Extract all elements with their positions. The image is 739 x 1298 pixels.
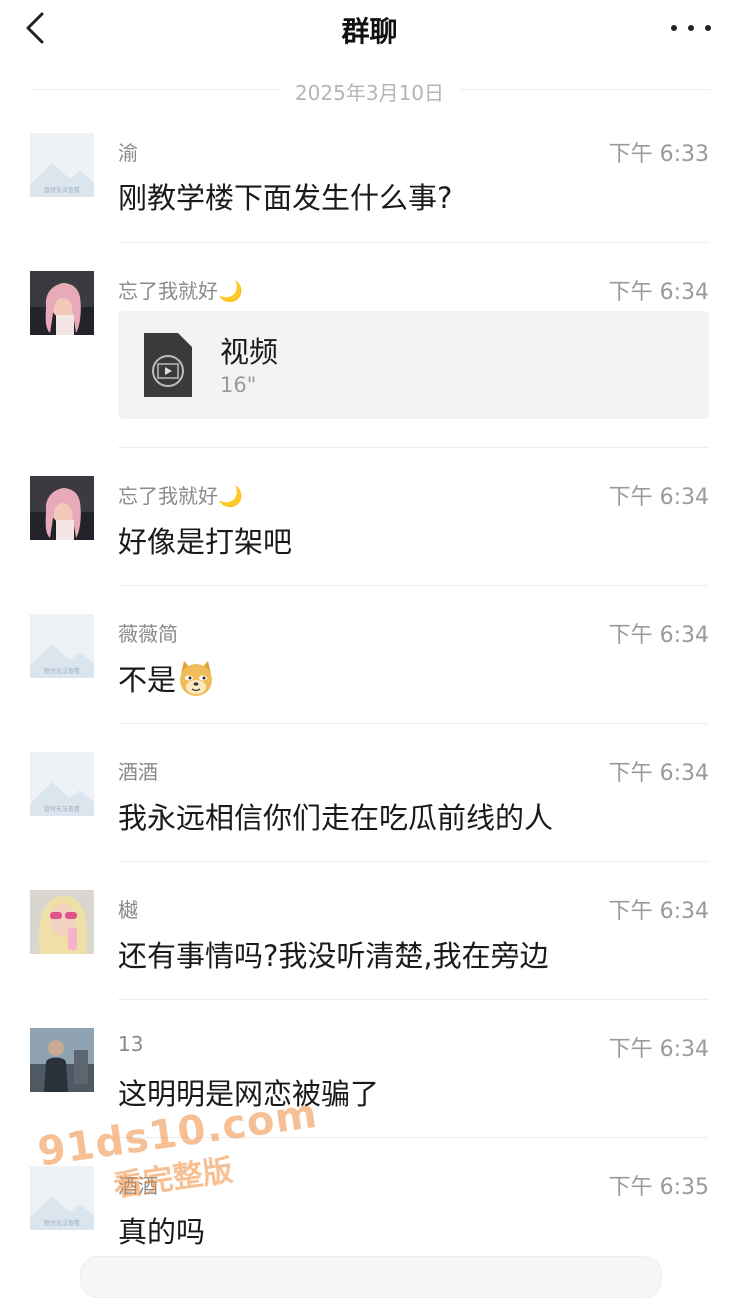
- message-separator: [118, 999, 709, 1000]
- message-time: 下午 6:34: [608, 1037, 709, 1062]
- sender-name: 忘了我就好🌙: [118, 279, 243, 303]
- doge-emoji-icon: [180, 661, 213, 696]
- message-separator: [118, 861, 709, 862]
- message-separator: [118, 447, 709, 448]
- message-separator: [118, 723, 709, 724]
- avatar[interactable]: 暂时无法查看: [30, 133, 94, 197]
- message-separator: [118, 585, 709, 586]
- sender-name: 樾: [118, 898, 138, 922]
- sender-name: 渝: [118, 141, 138, 165]
- avatar[interactable]: [30, 476, 94, 540]
- girl-photo-avatar: [30, 271, 94, 335]
- message-text[interactable]: 好像是打架吧: [118, 519, 292, 561]
- message-separator: [118, 242, 709, 243]
- sender-name: 忘了我就好🌙: [118, 484, 243, 508]
- svg-text:暂时无法查看: 暂时无法查看: [44, 667, 80, 675]
- message-time: 下午 6:34: [608, 761, 709, 786]
- message-text[interactable]: 真的吗: [118, 1209, 205, 1251]
- video-message-card[interactable]: 视频 16": [118, 311, 709, 419]
- placeholder-avatar-icon: 暂时无法查看: [30, 614, 94, 678]
- message-text[interactable]: 不是: [118, 657, 216, 699]
- message-time: 下午 6:34: [608, 899, 709, 924]
- avatar[interactable]: [30, 271, 94, 335]
- message-text[interactable]: 我永远相信你们走在吃瓜前线的人: [118, 795, 553, 837]
- sender-name: 酒酒: [118, 760, 158, 784]
- message-time: 下午 6:34: [608, 623, 709, 648]
- avatar[interactable]: 暂时无法查看: [30, 614, 94, 678]
- avatar[interactable]: [30, 890, 94, 954]
- watermark: 91ds10.com 看完整版: [35, 1091, 326, 1215]
- page-title: 群聊: [341, 15, 398, 48]
- message-time: 下午 6:34: [608, 485, 709, 510]
- message-text[interactable]: 刚教学楼下面发生什么事?: [118, 175, 452, 217]
- svg-text:暂时无法查看: 暂时无法查看: [44, 805, 80, 813]
- avatar[interactable]: [30, 1028, 94, 1092]
- blonde-photo-avatar: [30, 890, 94, 954]
- man-photo-avatar: [30, 1028, 94, 1092]
- sender-name: 薇薇简: [118, 622, 178, 646]
- video-file-icon: [144, 333, 192, 397]
- video-title: 视频: [220, 335, 279, 369]
- more-dots-icon: [671, 25, 677, 31]
- placeholder-avatar-icon: 暂时无法查看: [30, 133, 94, 197]
- avatar[interactable]: 暂时无法查看: [30, 752, 94, 816]
- header: 群聊: [0, 0, 739, 60]
- message-time: 下午 6:34: [608, 280, 709, 305]
- message-time: 下午 6:35: [608, 1175, 709, 1200]
- message-time: 下午 6:33: [608, 142, 709, 167]
- video-duration: 16": [220, 373, 257, 397]
- girl-photo-avatar: [30, 476, 94, 540]
- placeholder-avatar-icon: 暂时无法查看: [30, 752, 94, 816]
- sender-name: 13: [118, 1032, 144, 1056]
- message-text-content: 不是: [118, 663, 177, 697]
- date-label: 2025年3月10日: [294, 81, 445, 105]
- more-button[interactable]: [671, 14, 711, 42]
- svg-text:暂时无法查看: 暂时无法查看: [44, 186, 80, 194]
- svg-text:暂时无法查看: 暂时无法查看: [44, 1219, 80, 1227]
- message-input-bar[interactable]: [80, 1256, 662, 1298]
- message-text[interactable]: 还有事情吗?我没听清楚,我在旁边: [118, 933, 549, 975]
- date-divider-right: [460, 89, 710, 90]
